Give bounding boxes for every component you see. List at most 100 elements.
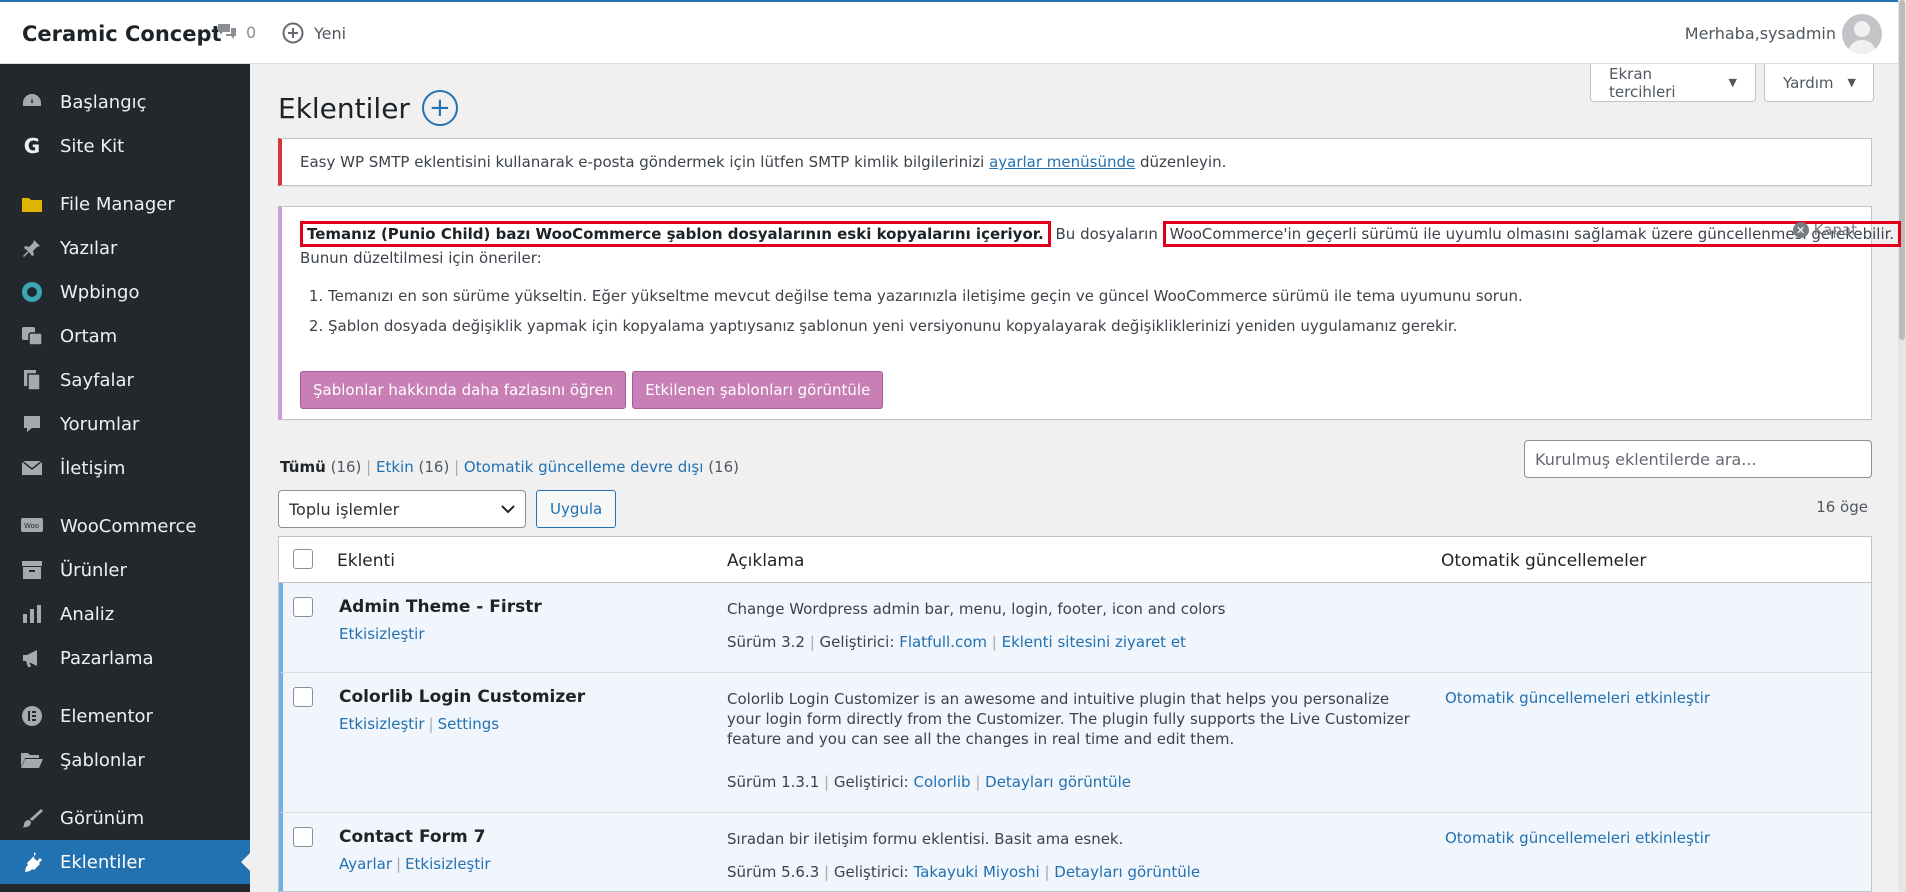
sidebar-item-posts[interactable]: Yazılar xyxy=(0,226,250,270)
filter-autoupdate-disabled[interactable]: Otomatik güncelleme devre dışı xyxy=(464,458,704,476)
sidebar-item-label: İletişim xyxy=(60,457,126,479)
folder-open-icon xyxy=(20,748,44,772)
sidebar-item-file-manager[interactable]: File Manager xyxy=(0,182,250,226)
chevron-down-icon xyxy=(501,505,515,514)
view-details-link[interactable]: Detayları görüntüle xyxy=(985,773,1131,791)
scrollbar[interactable] xyxy=(1898,0,1906,892)
row-checkbox[interactable] xyxy=(293,827,313,847)
sidebar-item-dashboard[interactable]: Başlangıç xyxy=(0,80,250,124)
help-button[interactable]: Yardım ▼ xyxy=(1764,64,1874,102)
plugin-status-filters: Tümü (16) | Etkin (16) | Otomatik güncel… xyxy=(280,458,739,476)
sidebar-item-elementor[interactable]: Elementor xyxy=(0,694,250,738)
avatar[interactable] xyxy=(1842,14,1882,54)
screen-options-button[interactable]: Ekran tercihleri ▼ xyxy=(1590,64,1756,102)
table-row: Colorlib Login Customizer Etkisizleştir |… xyxy=(279,673,1871,813)
media-icon xyxy=(20,324,44,348)
add-plugin-button[interactable]: + xyxy=(421,90,458,126)
plugin-description: Colorlib Login Customizer is an awesome … xyxy=(727,690,1410,748)
smtp-settings-link[interactable]: ayarlar menüsünde xyxy=(989,153,1135,171)
filter-autoupdate-count: (16) xyxy=(708,458,739,476)
row-checkbox[interactable] xyxy=(293,687,313,707)
column-description: Açıklama xyxy=(727,551,805,571)
developer-link[interactable]: Flatfull.com xyxy=(899,633,987,651)
enable-auto-updates-link[interactable]: Otomatik güncellemeleri etkinleştir xyxy=(1445,829,1710,847)
select-all-checkbox[interactable] xyxy=(293,549,313,569)
sidebar-item-label: Analiz xyxy=(60,603,115,625)
plugin-actions: Etkisizleştir xyxy=(339,625,425,643)
sidebar-item-label: Ortam xyxy=(60,325,118,347)
plus-icon: + xyxy=(429,93,451,123)
close-icon: ✕ xyxy=(1792,222,1809,238)
sidebar-item-label: Elementor xyxy=(60,705,153,727)
sidebar-item-media[interactable]: Ortam xyxy=(0,314,250,358)
sidebar-item-label: WooCommerce xyxy=(60,515,197,537)
deactivate-link[interactable]: Etkisizleştir xyxy=(339,715,425,733)
plugin-search-input[interactable]: Kurulmuş eklentilerde ara... xyxy=(1524,440,1872,478)
scrollbar-thumb[interactable] xyxy=(1899,0,1905,340)
sidebar-item-label: Eklentiler xyxy=(60,851,145,873)
sidebar-item-appearance[interactable]: Görünüm xyxy=(0,796,250,840)
comments-link[interactable]: 0 xyxy=(216,22,256,42)
main-content: Ekran tercihleri ▼ Yardım ▼ Eklentiler +… xyxy=(250,64,1902,892)
new-content-link[interactable]: Yeni xyxy=(282,22,346,44)
smtp-notice: Easy WP SMTP eklentisini kullanarak e-po… xyxy=(278,138,1872,186)
settings-link[interactable]: Ayarlar xyxy=(339,855,392,873)
apply-button[interactable]: Uygula xyxy=(536,490,617,528)
sidebar-item-plugins[interactable]: Eklentiler xyxy=(0,840,250,884)
sidebar-item-label: Pazarlama xyxy=(60,647,154,669)
bulk-actions-select[interactable]: Toplu işlemler xyxy=(278,490,526,528)
sidebar-item-label: Yorumlar xyxy=(60,413,140,435)
comments-icon xyxy=(218,24,236,39)
settings-link[interactable]: Settings xyxy=(438,715,500,733)
google-icon: G xyxy=(23,134,41,158)
filter-all[interactable]: Tümü xyxy=(280,458,326,476)
active-indicator xyxy=(241,853,250,871)
deactivate-link[interactable]: Etkisizleştir xyxy=(405,855,491,873)
developer-label: Geliştirici: xyxy=(819,633,895,651)
sidebar-item-comments[interactable]: Yorumlar xyxy=(0,402,250,446)
deactivate-link[interactable]: Etkisizleştir xyxy=(339,625,425,643)
dashboard-icon xyxy=(20,90,44,114)
learn-templates-button[interactable]: Şablonlar hakkında daha fazlasını öğren xyxy=(300,371,627,409)
sidebar-item-contact[interactable]: İletişim xyxy=(0,446,250,490)
sidebar-item-marketing[interactable]: Pazarlama xyxy=(0,636,250,680)
enable-auto-updates-link[interactable]: Otomatik güncellemeleri etkinleştir xyxy=(1445,689,1710,707)
developer-link[interactable]: Takayuki Miyoshi xyxy=(914,863,1040,881)
sidebar-item-label: Görünüm xyxy=(60,807,145,829)
plugin-meta: Sürüm 3.2 | Geliştirici: Flatfull.com | … xyxy=(727,633,1186,651)
admin-bar: Ceramic Concept 0 Yeni Merhaba,sysadmin xyxy=(0,0,1906,64)
caret-down-icon: ▼ xyxy=(1847,76,1856,89)
smtp-notice-text-after: düzenleyin. xyxy=(1135,153,1227,171)
svg-text:Woo: Woo xyxy=(24,522,39,530)
sidebar-item-analytics[interactable]: Analiz xyxy=(0,592,250,636)
plugin-actions: Etkisizleştir | Settings xyxy=(339,715,500,733)
woocommerce-template-notice: Temanız (Punio Child) bazı WooCommerce ş… xyxy=(278,206,1902,420)
sidebar-item-site-kit[interactable]: G Site Kit xyxy=(0,124,250,168)
notice-highlight-text: WooCommerce'in geçerli sürümü ile uyumlu… xyxy=(1162,221,1902,247)
sidebar-item-pages[interactable]: Sayfalar xyxy=(0,358,250,402)
sidebar-item-label: Site Kit xyxy=(60,135,125,157)
dismiss-button[interactable]: ✕ Kapat xyxy=(1792,221,1857,239)
list-item: Temanızı en son sürüme yükseltin. Eğer y… xyxy=(328,281,1853,311)
sidebar-item-wpbingo[interactable]: Wpbingo xyxy=(0,270,250,314)
column-plugin: Eklenti xyxy=(337,551,395,571)
sidebar-item-label: Sayfalar xyxy=(60,369,134,391)
plugin-meta: Sürüm 5.6.3 | Geliştirici: Takayuki Miyo… xyxy=(727,863,1201,881)
suggestion-list: Temanızı en son sürüme yükseltin. Eğer y… xyxy=(314,281,1853,341)
view-details-link[interactable]: Detayları görüntüle xyxy=(1054,863,1200,881)
site-name-link[interactable]: Ceramic Concept xyxy=(22,22,222,46)
plugin-site-link[interactable]: Eklenti sitesini ziyaret et xyxy=(1002,633,1186,651)
brush-icon xyxy=(20,806,44,830)
sidebar-item-woocommerce[interactable]: Woo WooCommerce xyxy=(0,504,250,548)
sidebar-item-products[interactable]: Ürünler xyxy=(0,548,250,592)
elementor-icon xyxy=(20,704,44,728)
user-greeting[interactable]: Merhaba,sysadmin xyxy=(1685,24,1836,43)
sidebar-item-label: File Manager xyxy=(60,193,175,215)
row-checkbox[interactable] xyxy=(293,597,313,617)
archive-icon xyxy=(20,558,44,582)
filter-active[interactable]: Etkin xyxy=(376,458,414,476)
sidebar-item-templates[interactable]: Şablonlar xyxy=(0,738,250,782)
developer-link[interactable]: Colorlib xyxy=(914,773,971,791)
view-affected-templates-button[interactable]: Etkilenen şablonları görüntüle xyxy=(632,371,884,409)
comment-icon xyxy=(20,412,44,436)
